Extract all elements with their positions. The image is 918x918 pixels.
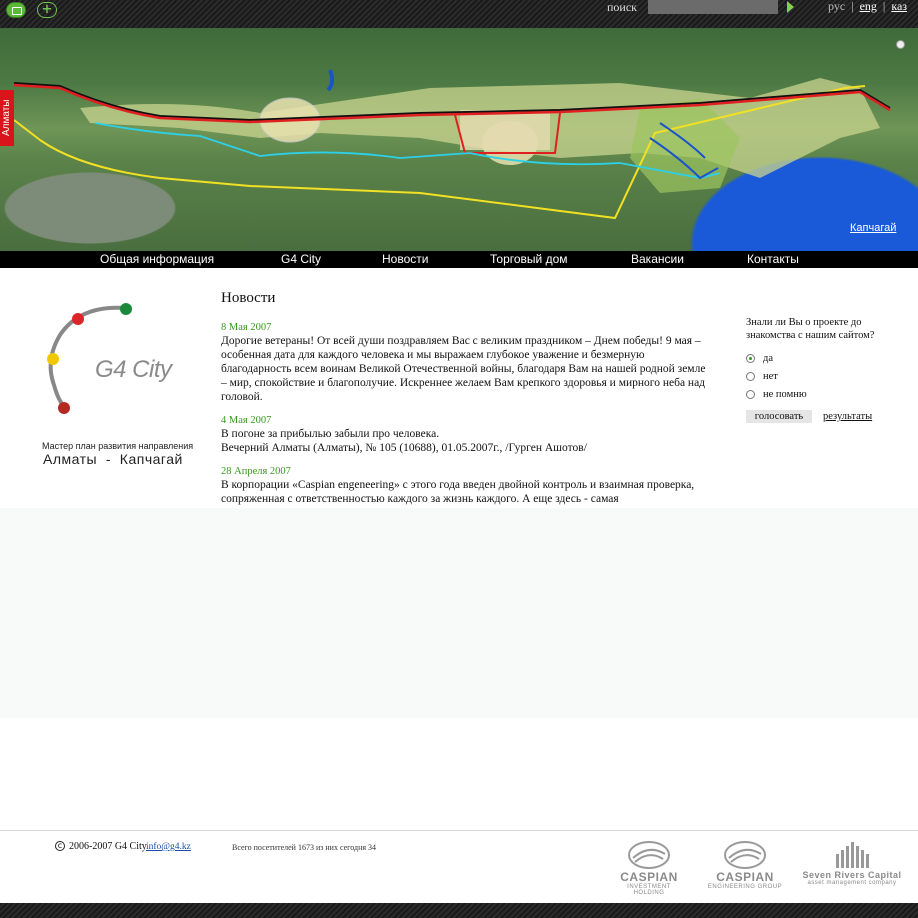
nav-item-news[interactable]: Новости bbox=[382, 252, 428, 267]
lang-kaz[interactable]: каз bbox=[891, 0, 907, 13]
seven-rivers-bars-icon bbox=[836, 842, 869, 868]
visitor-counter: Всего посетителей 1673 из них сегодня 34 bbox=[232, 843, 377, 852]
partner-name: CASPIAN bbox=[716, 870, 774, 884]
radio-icon[interactable] bbox=[746, 372, 755, 381]
nav-item-trade-house[interactable]: Торговый дом bbox=[490, 252, 568, 267]
master-plan-map[interactable]: Алматы Капчагай bbox=[0, 28, 918, 251]
caspian-swirl-icon bbox=[628, 841, 670, 869]
partner-sub: ENGINEERING GROUP bbox=[707, 884, 783, 890]
logo-cities: Алматы - Капчагай bbox=[43, 451, 183, 467]
top-bar: + поиск рус | eng | каз bbox=[0, 0, 918, 28]
news-date: 4 Мая 2007 bbox=[221, 415, 272, 426]
partner-name: Seven Rivers Capital bbox=[802, 870, 902, 880]
news-item: 4 Мая 2007 В погоне за прибылью забыли п… bbox=[221, 414, 711, 455]
partner-caspian-engineering[interactable]: CASPIAN ENGINEERING GROUP bbox=[706, 840, 784, 890]
poll-option-label: не помню bbox=[763, 389, 807, 400]
partner-caspian-investment[interactable]: CASPIAN INVESTMENT HOLDING bbox=[612, 840, 686, 896]
news-text[interactable]: В погоне за прибылью забыли про человека… bbox=[221, 427, 711, 441]
map-marker-icon[interactable] bbox=[896, 40, 905, 49]
window-icon[interactable] bbox=[6, 2, 26, 18]
language-switcher: рус | eng | каз bbox=[828, 0, 910, 13]
bottom-bar bbox=[0, 903, 918, 918]
poll: Знали ли Вы о проекте до знакомства с на… bbox=[746, 316, 896, 423]
lang-separator: | bbox=[851, 0, 854, 13]
results-link[interactable]: результаты bbox=[823, 410, 872, 423]
news-item: 28 Апреля 2007 В корпорации «Caspian eng… bbox=[221, 465, 711, 509]
nav-item-contacts[interactable]: Контакты bbox=[747, 252, 799, 267]
nav-item-vacancies[interactable]: Вакансии bbox=[631, 252, 684, 267]
search-input[interactable] bbox=[648, 0, 778, 14]
news-text[interactable]: В корпорации «Caspian engeneering» с это… bbox=[221, 478, 711, 506]
logo-title: G4 City bbox=[95, 356, 172, 383]
news-date: 8 Мая 2007 bbox=[221, 322, 272, 333]
logo-dot-green bbox=[120, 303, 132, 315]
copyright: 2006-2007 G4 City bbox=[69, 841, 147, 852]
caspian-swirl-icon bbox=[724, 841, 766, 869]
news-item: 8 Мая 2007 Дорогие ветераны! От всей душ… bbox=[221, 321, 711, 404]
kapchagay-link[interactable]: Капчагай bbox=[850, 222, 896, 234]
poll-question: Знали ли Вы о проекте до знакомства с на… bbox=[746, 317, 875, 341]
lang-separator: | bbox=[882, 0, 886, 13]
logo-dot-yellow bbox=[47, 353, 59, 365]
main-nav: Общая информация G4 City Новости Торговы… bbox=[0, 251, 918, 268]
poll-option[interactable]: нет bbox=[746, 368, 896, 386]
partner-seven-rivers[interactable]: Seven Rivers Capital asset management co… bbox=[800, 840, 904, 886]
footer-divider bbox=[0, 830, 918, 831]
map-routes bbox=[13, 69, 891, 220]
partner-sub: asset management company bbox=[807, 880, 897, 886]
logo-tagline: Мастер план развития направления bbox=[42, 441, 194, 451]
email-link[interactable]: info@g4.kz bbox=[146, 841, 191, 853]
news-date: 28 Апреля 2007 bbox=[221, 466, 291, 477]
poll-option[interactable]: не помню bbox=[746, 386, 896, 404]
poll-option-label: да bbox=[763, 353, 774, 364]
news-source: Вечерний Алматы (Алматы), № 105 (10688),… bbox=[221, 442, 587, 454]
poll-option[interactable]: да bbox=[746, 350, 896, 368]
logo-dot-darkred bbox=[58, 402, 70, 414]
copyright-icon: c bbox=[55, 841, 65, 851]
nav-item-g4-city[interactable]: G4 City bbox=[281, 252, 321, 267]
vote-button[interactable]: голосовать bbox=[746, 410, 812, 423]
lang-eng[interactable]: eng bbox=[860, 0, 877, 13]
radio-selected-icon[interactable] bbox=[746, 354, 755, 363]
partner-sub: INVESTMENT HOLDING bbox=[627, 884, 671, 896]
logo-dot-red bbox=[72, 313, 84, 325]
nav-item-general-info[interactable]: Общая информация bbox=[100, 252, 214, 267]
news-section: Новости 8 Мая 2007 Дорогие ветераны! От … bbox=[221, 290, 711, 519]
news-heading: Новости bbox=[221, 290, 276, 306]
poll-option-label: нет bbox=[763, 371, 778, 382]
lang-rus[interactable]: рус bbox=[828, 0, 845, 13]
partner-name: CASPIAN bbox=[620, 870, 678, 884]
side-tab-almaty[interactable]: Алматы bbox=[0, 90, 14, 146]
news-text[interactable]: Дорогие ветераны! От всей души поздравля… bbox=[221, 334, 711, 404]
search-go-icon[interactable] bbox=[787, 1, 794, 13]
radio-icon[interactable] bbox=[746, 390, 755, 399]
add-icon[interactable]: + bbox=[37, 2, 57, 18]
search-label: поиск bbox=[607, 0, 637, 14]
